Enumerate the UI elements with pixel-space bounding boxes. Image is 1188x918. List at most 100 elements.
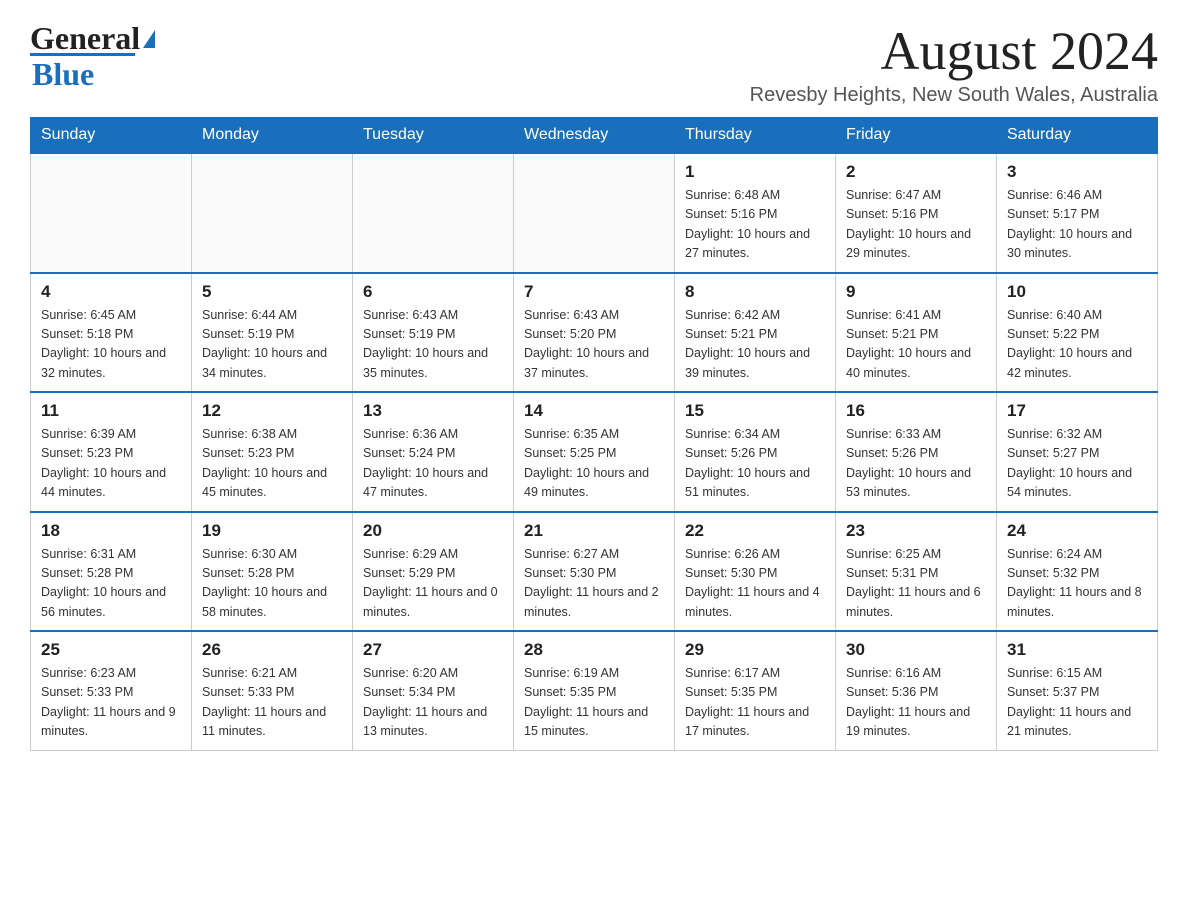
calendar-week-row: 18Sunrise: 6:31 AMSunset: 5:28 PMDayligh… — [31, 512, 1158, 632]
calendar-header-monday: Monday — [192, 118, 353, 154]
calendar-table: SundayMondayTuesdayWednesdayThursdayFrid… — [30, 117, 1158, 751]
calendar-day-cell: 6Sunrise: 6:43 AMSunset: 5:19 PMDaylight… — [353, 273, 514, 393]
day-number: 30 — [846, 640, 986, 660]
calendar-day-cell — [31, 153, 192, 273]
day-info: Sunrise: 6:25 AMSunset: 5:31 PMDaylight:… — [846, 545, 986, 623]
calendar-week-row: 4 Sunrise: 6:45 AMSunset: 5:18 PMDaylight… — [31, 273, 1158, 393]
day-info: Sunrise: 6:40 AMSunset: 5:22 PMDaylight:… — [1007, 306, 1147, 384]
day-info: Sunrise: 6:33 AMSunset: 5:26 PMDaylight:… — [846, 425, 986, 503]
day-number: 5 — [202, 282, 342, 302]
day-number: 23 — [846, 521, 986, 541]
day-info: Sunrise: 6:15 AMSunset: 5:37 PMDaylight:… — [1007, 664, 1147, 742]
day-info: Sunrise: 6:21 AMSunset: 5:33 PMDaylight:… — [202, 664, 342, 742]
calendar-day-cell: 21Sunrise: 6:27 AMSunset: 5:30 PMDayligh… — [514, 512, 675, 632]
calendar-header-thursday: Thursday — [675, 118, 836, 154]
calendar-day-cell: 19Sunrise: 6:30 AMSunset: 5:28 PMDayligh… — [192, 512, 353, 632]
day-number: 4 — [41, 282, 181, 302]
day-number: 7 — [524, 282, 664, 302]
location-text: Revesby Heights, New South Wales, Austra… — [750, 84, 1158, 107]
calendar-day-cell: 1 Sunrise: 6:48 AMSunset: 5:16 PMDaylight… — [675, 153, 836, 273]
calendar-day-cell: 10 Sunrise: 6:40 AMSunset: 5:22 PMDayligh… — [997, 273, 1158, 393]
day-number: 26 — [202, 640, 342, 660]
calendar-day-cell: 7 Sunrise: 6:43 AMSunset: 5:20 PMDaylight… — [514, 273, 675, 393]
day-number: 11 — [41, 401, 181, 421]
calendar-header-sunday: Sunday — [31, 118, 192, 154]
calendar-day-cell: 22Sunrise: 6:26 AMSunset: 5:30 PMDayligh… — [675, 512, 836, 632]
calendar-day-cell: 18Sunrise: 6:31 AMSunset: 5:28 PMDayligh… — [31, 512, 192, 632]
calendar-day-cell — [192, 153, 353, 273]
day-number: 27 — [363, 640, 503, 660]
day-number: 31 — [1007, 640, 1147, 660]
day-info: Sunrise: 6:24 AMSunset: 5:32 PMDaylight:… — [1007, 545, 1147, 623]
day-number: 25 — [41, 640, 181, 660]
day-number: 28 — [524, 640, 664, 660]
calendar-header-wednesday: Wednesday — [514, 118, 675, 154]
calendar-day-cell: 30 Sunrise: 6:16 AMSunset: 5:36 PMDayligh… — [836, 631, 997, 750]
day-info: Sunrise: 6:39 AMSunset: 5:23 PMDaylight:… — [41, 425, 181, 503]
calendar-day-cell: 15 Sunrise: 6:34 AMSunset: 5:26 PMDayligh… — [675, 392, 836, 512]
day-info: Sunrise: 6:43 AMSunset: 5:19 PMDaylight:… — [363, 306, 503, 384]
day-number: 12 — [202, 401, 342, 421]
day-number: 13 — [363, 401, 503, 421]
day-number: 15 — [685, 401, 825, 421]
calendar-day-cell: 25 Sunrise: 6:23 AMSunset: 5:33 PMDayligh… — [31, 631, 192, 750]
day-info: Sunrise: 6:16 AMSunset: 5:36 PMDaylight:… — [846, 664, 986, 742]
logo-triangle-shape — [143, 30, 155, 48]
calendar-header-tuesday: Tuesday — [353, 118, 514, 154]
calendar-day-cell: 28 Sunrise: 6:19 AMSunset: 5:35 PMDayligh… — [514, 631, 675, 750]
calendar-day-cell: 31 Sunrise: 6:15 AMSunset: 5:37 PMDayligh… — [997, 631, 1158, 750]
calendar-day-cell: 14 Sunrise: 6:35 AMSunset: 5:25 PMDayligh… — [514, 392, 675, 512]
day-info: Sunrise: 6:43 AMSunset: 5:20 PMDaylight:… — [524, 306, 664, 384]
calendar-day-cell: 27 Sunrise: 6:20 AMSunset: 5:34 PMDayligh… — [353, 631, 514, 750]
day-number: 29 — [685, 640, 825, 660]
calendar-day-cell: 13 Sunrise: 6:36 AMSunset: 5:24 PMDayligh… — [353, 392, 514, 512]
calendar-day-cell: 17Sunrise: 6:32 AMSunset: 5:27 PMDayligh… — [997, 392, 1158, 512]
calendar-day-cell: 16 Sunrise: 6:33 AMSunset: 5:26 PMDayligh… — [836, 392, 997, 512]
calendar-day-cell: 20Sunrise: 6:29 AMSunset: 5:29 PMDayligh… — [353, 512, 514, 632]
day-number: 1 — [685, 162, 825, 182]
day-info: Sunrise: 6:44 AMSunset: 5:19 PMDaylight:… — [202, 306, 342, 384]
calendar-day-cell: 23 Sunrise: 6:25 AMSunset: 5:31 PMDayligh… — [836, 512, 997, 632]
calendar-day-cell: 12 Sunrise: 6:38 AMSunset: 5:23 PMDayligh… — [192, 392, 353, 512]
calendar-day-cell — [353, 153, 514, 273]
day-info: Sunrise: 6:26 AMSunset: 5:30 PMDaylight:… — [685, 545, 825, 623]
day-info: Sunrise: 6:32 AMSunset: 5:27 PMDaylight:… — [1007, 425, 1147, 503]
day-info: Sunrise: 6:47 AMSunset: 5:16 PMDaylight:… — [846, 186, 986, 264]
day-info: Sunrise: 6:38 AMSunset: 5:23 PMDaylight:… — [202, 425, 342, 503]
calendar-day-cell: 4 Sunrise: 6:45 AMSunset: 5:18 PMDaylight… — [31, 273, 192, 393]
day-info: Sunrise: 6:23 AMSunset: 5:33 PMDaylight:… — [41, 664, 181, 742]
day-info: Sunrise: 6:45 AMSunset: 5:18 PMDaylight:… — [41, 306, 181, 384]
page-header: General Blue August 2024 Revesby Heights… — [30, 20, 1158, 107]
day-info: Sunrise: 6:20 AMSunset: 5:34 PMDaylight:… — [363, 664, 503, 742]
day-info: Sunrise: 6:36 AMSunset: 5:24 PMDaylight:… — [363, 425, 503, 503]
calendar-day-cell: 11 Sunrise: 6:39 AMSunset: 5:23 PMDayligh… — [31, 392, 192, 512]
day-info: Sunrise: 6:46 AMSunset: 5:17 PMDaylight:… — [1007, 186, 1147, 264]
logo-general-text: General — [30, 20, 140, 57]
day-info: Sunrise: 6:19 AMSunset: 5:35 PMDaylight:… — [524, 664, 664, 742]
calendar-week-row: 1 Sunrise: 6:48 AMSunset: 5:16 PMDaylight… — [31, 153, 1158, 273]
logo: General Blue — [30, 20, 155, 93]
calendar-header-saturday: Saturday — [997, 118, 1158, 154]
logo-blue-text: Blue — [32, 56, 94, 92]
calendar-day-cell: 2Sunrise: 6:47 AMSunset: 5:16 PMDaylight… — [836, 153, 997, 273]
calendar-week-row: 11 Sunrise: 6:39 AMSunset: 5:23 PMDayligh… — [31, 392, 1158, 512]
calendar-day-cell: 8Sunrise: 6:42 AMSunset: 5:21 PMDaylight… — [675, 273, 836, 393]
day-info: Sunrise: 6:27 AMSunset: 5:30 PMDaylight:… — [524, 545, 664, 623]
calendar-week-row: 25 Sunrise: 6:23 AMSunset: 5:33 PMDayligh… — [31, 631, 1158, 750]
day-info: Sunrise: 6:35 AMSunset: 5:25 PMDaylight:… — [524, 425, 664, 503]
day-number: 24 — [1007, 521, 1147, 541]
title-area: August 2024 Revesby Heights, New South W… — [750, 20, 1158, 107]
day-number: 3 — [1007, 162, 1147, 182]
day-number: 14 — [524, 401, 664, 421]
day-info: Sunrise: 6:29 AMSunset: 5:29 PMDaylight:… — [363, 545, 503, 623]
day-number: 8 — [685, 282, 825, 302]
day-info: Sunrise: 6:34 AMSunset: 5:26 PMDaylight:… — [685, 425, 825, 503]
day-number: 9 — [846, 282, 986, 302]
calendar-header-row: SundayMondayTuesdayWednesdayThursdayFrid… — [31, 118, 1158, 154]
day-info: Sunrise: 6:30 AMSunset: 5:28 PMDaylight:… — [202, 545, 342, 623]
month-year-heading: August 2024 — [750, 20, 1158, 82]
day-number: 16 — [846, 401, 986, 421]
day-info: Sunrise: 6:48 AMSunset: 5:16 PMDaylight:… — [685, 186, 825, 264]
day-number: 10 — [1007, 282, 1147, 302]
day-info: Sunrise: 6:17 AMSunset: 5:35 PMDaylight:… — [685, 664, 825, 742]
